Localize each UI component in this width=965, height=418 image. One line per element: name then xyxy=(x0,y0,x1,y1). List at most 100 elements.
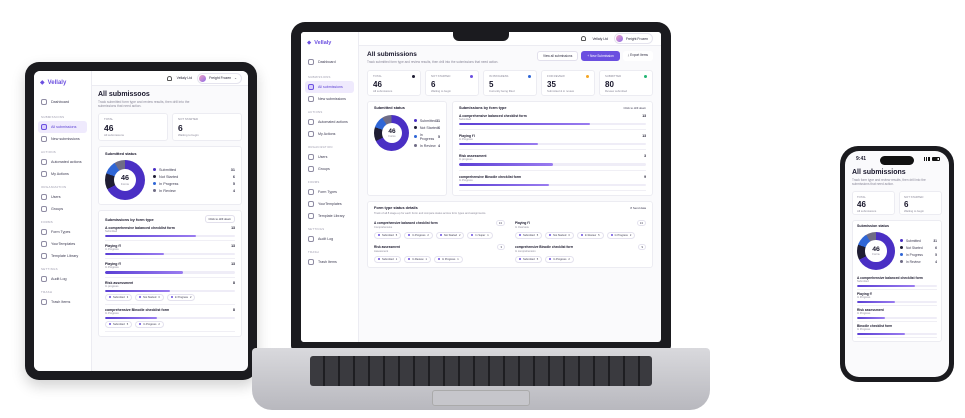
chip-in-progress[interactable]: In Progress 2 xyxy=(135,320,164,328)
sidebar-item-trash-items[interactable]: Trash Items xyxy=(38,296,87,308)
stat-card-total[interactable]: Total 46 All submissions xyxy=(852,191,895,215)
chip-not-started[interactable]: Not Started 3 xyxy=(545,231,574,239)
sidebar-item-my-actions[interactable]: My Actions xyxy=(38,168,87,180)
form-type-row[interactable]: Playing f'l In Progress xyxy=(857,290,937,306)
notifications-icon[interactable] xyxy=(581,36,587,41)
legend-row-in-review[interactable]: In Review 4 xyxy=(413,144,440,148)
legend-row-in-review[interactable]: In Review 4 xyxy=(153,189,235,193)
sidebar-item-groups[interactable]: Groups xyxy=(305,163,354,175)
form-type-row[interactable]: Risk assessment 8 In progress Submitted 3 Not… xyxy=(105,278,235,305)
sidebar-item-all-submissions[interactable]: All submissions xyxy=(305,81,354,93)
chip-in-review[interactable]: In Review 1 xyxy=(404,255,431,263)
form-type-row[interactable]: Playing f'l 13 In Progress xyxy=(459,130,646,151)
chip-submitted[interactable]: Submitted 3 xyxy=(105,293,133,301)
sidebar-item-trash-items[interactable]: Trash Items xyxy=(305,256,354,268)
view-all-button[interactable]: View all submissions xyxy=(536,51,579,61)
sidebar-item-new-submissions[interactable]: New submissions xyxy=(38,133,87,145)
legend-label: In Progress xyxy=(906,252,923,257)
chip-in-review[interactable]: In Review 5 xyxy=(576,231,604,239)
legend-row-submitted[interactable]: Submitted 31 xyxy=(413,119,440,123)
sidebar-item-dashboard[interactable]: Dashboard xyxy=(305,56,354,68)
sidebar-item-dashboard[interactable]: Dashboard xyxy=(38,96,87,108)
legend-row-in-review[interactable]: In Review 4 xyxy=(900,260,937,264)
sidebar-item-audit-log[interactable]: Audit Log xyxy=(38,273,87,285)
legend-row-not-started[interactable]: Not Started 6 xyxy=(413,126,440,130)
drill-down-link[interactable]: Click to drill down xyxy=(204,215,235,223)
sidebar-item-users[interactable]: Users xyxy=(305,151,354,163)
legend-row-in-progress[interactable]: In Progress 5 xyxy=(153,182,235,186)
chip-in-progress[interactable]: In Progress 2 xyxy=(166,293,196,301)
sidebar-item-template-library[interactable]: Template Library xyxy=(38,250,87,262)
form-type-row[interactable]: Binodle checklist form In Progress xyxy=(857,322,937,338)
sidebar-item-template-library[interactable]: Template Library xyxy=(305,210,354,222)
stat-card-submitted[interactable]: Submitted 80 Review submitted xyxy=(599,70,653,96)
detail-item[interactable]: Risk assessment 3 Assessment Submitted 1 In R… xyxy=(374,243,505,263)
form-type-row[interactable]: Risk assessment In Progress xyxy=(857,306,937,322)
stat-card-for-review[interactable]: For review 35 Submitted & in review xyxy=(541,70,595,96)
user-menu[interactable]: Freight Frozen ⌄ xyxy=(197,72,242,84)
legend-row-not-started[interactable]: Not Started 6 xyxy=(153,175,235,179)
form-type-row[interactable]: A comprehensive balanced checklist form 1… xyxy=(105,223,235,242)
brand-logo[interactable]: ◆ Vellaly xyxy=(40,79,85,87)
stat-card-not-started[interactable]: Not started 6 Waiting to begin xyxy=(425,70,479,96)
sidebar-item-all-submissions[interactable]: All submissions xyxy=(38,121,87,133)
nav-all-submissions-icon xyxy=(308,84,314,90)
chip-in-super[interactable]: In Super 1 xyxy=(467,231,493,239)
chip-submitted[interactable]: Submitted 5 xyxy=(105,320,133,328)
status-donut[interactable]: 46 Forms xyxy=(105,160,145,200)
stat-card-in-progress[interactable]: In progress 5 Currently being filled xyxy=(483,70,537,96)
legend-row-not-started[interactable]: Not Started 6 xyxy=(900,246,937,250)
chip-in-progress[interactable]: In Progress 2 xyxy=(606,231,636,239)
form-type-row[interactable]: Playing f'l 13 In Progress xyxy=(105,259,235,278)
legend-row-submitted[interactable]: Submitted 31 xyxy=(153,168,235,172)
export-button[interactable]: ⤓ Export Items xyxy=(622,51,653,61)
form-type-row[interactable]: comprehensive Binodle checklist form 9 In … xyxy=(459,171,646,191)
chip-submitted[interactable]: Submitted 5 xyxy=(374,231,402,239)
chip-submitted[interactable]: Submitted 1 xyxy=(374,255,402,263)
send-data-link[interactable]: 8 Send data xyxy=(630,206,646,210)
sidebar-item-automated-actions[interactable]: Automated actions xyxy=(38,156,87,168)
sidebar-item-audit-log[interactable]: Audit Log xyxy=(305,233,354,245)
brand-logo[interactable]: ◆ Vellaly xyxy=(307,40,352,46)
chip-in-progress[interactable]: In Progress 2 xyxy=(404,231,433,239)
detail-item[interactable]: comprehensive Binodle checklist form 9 In … xyxy=(515,243,646,263)
legend-row-in-progress[interactable]: In Progress 5 xyxy=(900,253,937,257)
sidebar-item-users[interactable]: Users xyxy=(38,191,87,203)
legend-row-in-progress[interactable]: In Progress 5 xyxy=(413,133,440,141)
chip-in-progress[interactable]: In Progress 2 xyxy=(545,255,574,263)
form-type-row[interactable]: Playing f'l 13 In Progress xyxy=(105,241,235,260)
status-donut[interactable]: 46 Forms xyxy=(374,115,409,151)
nav-new-submissions-icon xyxy=(308,96,314,102)
sidebar-item-automated-actions[interactable]: Automated actions xyxy=(305,116,354,128)
legend-row-submitted[interactable]: Submitted 31 xyxy=(900,239,937,243)
sidebar-item-my-actions[interactable]: My Actions xyxy=(305,128,354,140)
chip-not-started[interactable]: Not Started 3 xyxy=(135,293,164,301)
form-type-row[interactable]: comprehensive Binodle checklist form 8 In … xyxy=(105,305,235,332)
stat-card-total[interactable]: Total 46 All submissions xyxy=(98,113,168,141)
detail-item[interactable]: A comprehensive balanced checklist form 1… xyxy=(374,219,505,239)
sidebar-item-new-submissions[interactable]: New submissions xyxy=(305,93,354,105)
new-submission-button[interactable]: + New Submission xyxy=(581,51,620,61)
stat-card-not-started[interactable]: Not started 6 Waiting to begin xyxy=(172,113,242,141)
sidebar-item-groups[interactable]: Groups xyxy=(38,203,87,215)
nav-section-label: Submissions xyxy=(308,75,331,79)
drill-down-link[interactable]: Click to drill down xyxy=(624,106,647,110)
status-donut[interactable]: 46 Forms xyxy=(857,232,895,270)
form-type-row[interactable]: A comprehensive balanced checklist form S… xyxy=(857,274,937,290)
form-type-row[interactable]: Risk assessment 3 In progress xyxy=(459,150,646,171)
chip-submitted[interactable]: Submitted 5 xyxy=(515,231,543,239)
detail-item[interactable]: Playing f'l 13 In Overview Submitted 5 Not St… xyxy=(515,219,646,239)
sidebar-item-form-types[interactable]: Form Types xyxy=(305,186,354,198)
stat-card-total[interactable]: Total 46 All submissions xyxy=(367,70,421,96)
status-chips: Submitted 1 In Review 1 In Progress 1 xyxy=(374,255,505,263)
chip-submitted[interactable]: Submitted 5 xyxy=(515,255,543,263)
stat-card-not-started[interactable]: Not started 6 Waiting to begin xyxy=(899,191,942,215)
form-type-row[interactable]: A comprehensive balanced checklist form 1… xyxy=(459,110,646,131)
user-menu[interactable]: Freight Frozen xyxy=(613,33,653,44)
sidebar-item-yourtemplates[interactable]: YourTemplates xyxy=(38,238,87,250)
sidebar-item-form-types[interactable]: Form Types xyxy=(38,226,87,238)
chip-not-started[interactable]: Not Started 2 xyxy=(435,231,465,239)
notifications-icon[interactable] xyxy=(166,75,172,81)
chip-in-progress[interactable]: In Progress 1 xyxy=(433,255,463,263)
sidebar-item-yourtemplates[interactable]: YourTemplates xyxy=(305,198,354,210)
